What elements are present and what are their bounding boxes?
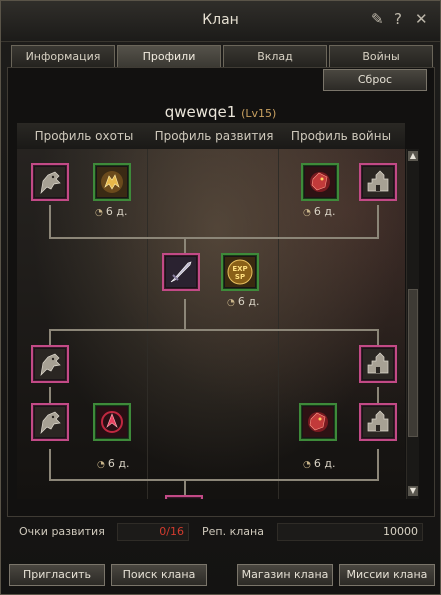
tree-connector bbox=[184, 299, 186, 331]
timer-icon: ◔ bbox=[227, 298, 235, 308]
tree-connector bbox=[49, 329, 51, 345]
castle-siege-icon bbox=[363, 407, 393, 437]
skill-tree: ◔ 6 д. ◔ 6 д. EXP SP ◔ 6 д. ◔ 6 д. ◔ 6 д… bbox=[17, 149, 405, 499]
scroll-up-icon[interactable]: ▲ bbox=[408, 151, 418, 161]
dragon-head-icon bbox=[35, 167, 65, 197]
tree-connector bbox=[377, 205, 379, 239]
tree-connector bbox=[184, 237, 186, 253]
edit-icon[interactable]: ✎ bbox=[371, 10, 384, 28]
member-name: qwewqe1 (Lv15) bbox=[1, 103, 440, 121]
column-divider bbox=[278, 149, 279, 499]
castle-siege-icon bbox=[363, 349, 393, 379]
hunt-skill-slot[interactable] bbox=[31, 403, 69, 441]
scroll-thumb[interactable] bbox=[408, 289, 418, 437]
war-skill-slot[interactable] bbox=[359, 163, 397, 201]
war-skill-active[interactable] bbox=[299, 403, 337, 441]
tab-info[interactable]: Информация bbox=[11, 45, 115, 67]
sp-text: SP bbox=[235, 273, 245, 281]
clan-reputation-label: Реп. клана bbox=[202, 525, 264, 538]
red-beast-icon bbox=[305, 167, 335, 197]
duration-label: ◔ 6 д. bbox=[227, 295, 260, 308]
tree-connector bbox=[49, 237, 379, 239]
hunt-skill-active[interactable] bbox=[93, 163, 131, 201]
development-skill-slot[interactable] bbox=[162, 253, 200, 291]
tab-wars[interactable]: Войны bbox=[329, 45, 433, 67]
clan-shop-button[interactable]: Магазин клана bbox=[237, 564, 333, 586]
war-skill-slot[interactable] bbox=[359, 345, 397, 383]
duration-label: ◔ 6 д. bbox=[97, 457, 130, 470]
development-skill-slot[interactable] bbox=[165, 495, 203, 499]
member-nickname: qwewqe1 bbox=[164, 103, 237, 121]
dragon-head-icon bbox=[35, 349, 65, 379]
duration-label: ◔ 6 д. bbox=[95, 205, 128, 218]
exp-sp-icon: EXP SP bbox=[225, 257, 255, 287]
column-development-profile: Профиль развития bbox=[151, 123, 277, 150]
member-level: (Lv15) bbox=[241, 107, 277, 120]
dragon-head-icon bbox=[35, 407, 65, 437]
hunt-skill-active[interactable] bbox=[93, 403, 131, 441]
clan-search-button[interactable]: Поиск клана bbox=[111, 564, 207, 586]
scroll-down-icon[interactable]: ▼ bbox=[408, 486, 418, 496]
close-icon[interactable]: ✕ bbox=[415, 10, 428, 28]
clan-missions-button[interactable]: Миссии клана bbox=[339, 564, 435, 586]
duration-label: ◔ 6 д. bbox=[303, 205, 336, 218]
help-icon[interactable]: ? bbox=[394, 10, 402, 28]
dev-points-value: 0/16 bbox=[117, 523, 189, 541]
reset-button[interactable]: Сброс bbox=[323, 69, 427, 91]
sword-icon bbox=[166, 257, 196, 287]
development-skill-active[interactable]: EXP SP bbox=[221, 253, 259, 291]
clan-window: Клан ✎ ? ✕ Информация Профили Вклад Войн… bbox=[0, 0, 441, 595]
title-bar: Клан ✎ ? ✕ bbox=[1, 1, 440, 42]
red-beast-icon bbox=[303, 407, 333, 437]
tab-contribution[interactable]: Вклад bbox=[223, 45, 327, 67]
duration-label: ◔ 6 д. bbox=[303, 457, 336, 470]
tree-connector bbox=[49, 205, 51, 239]
footer-bar: Пригласить Поиск клана Магазин клана Мис… bbox=[1, 558, 440, 594]
hunt-skill-slot[interactable] bbox=[31, 345, 69, 383]
tree-connector bbox=[377, 387, 379, 403]
clan-reputation-value: 10000 bbox=[277, 523, 423, 541]
tree-connector bbox=[49, 329, 379, 331]
column-divider bbox=[147, 149, 148, 499]
timer-icon: ◔ bbox=[97, 460, 105, 470]
tree-connector bbox=[49, 449, 51, 481]
tree-connector bbox=[377, 329, 379, 345]
tab-profiles[interactable]: Профили bbox=[117, 45, 221, 67]
skill-tree-scrollbar[interactable]: ▲ ▼ bbox=[406, 149, 419, 499]
crimson-spirit-icon bbox=[97, 407, 127, 437]
timer-icon: ◔ bbox=[303, 208, 311, 218]
war-skill-active[interactable] bbox=[301, 163, 339, 201]
column-war-profile: Профиль войны bbox=[277, 123, 405, 150]
dev-points-label: Очки развития bbox=[19, 525, 105, 538]
castle-siege-icon bbox=[363, 167, 393, 197]
exp-text: EXP bbox=[232, 265, 247, 273]
column-hunt-profile: Профиль охоты bbox=[17, 123, 151, 150]
hunt-skill-slot[interactable] bbox=[31, 163, 69, 201]
tree-connector bbox=[377, 449, 379, 481]
war-skill-slot[interactable] bbox=[359, 403, 397, 441]
timer-icon: ◔ bbox=[95, 208, 103, 218]
invite-button[interactable]: Пригласить bbox=[9, 564, 105, 586]
golden-armor-icon bbox=[97, 167, 127, 197]
tree-connector bbox=[49, 479, 379, 481]
tree-connector bbox=[49, 387, 51, 403]
tree-connector bbox=[184, 479, 186, 495]
timer-icon: ◔ bbox=[303, 460, 311, 470]
